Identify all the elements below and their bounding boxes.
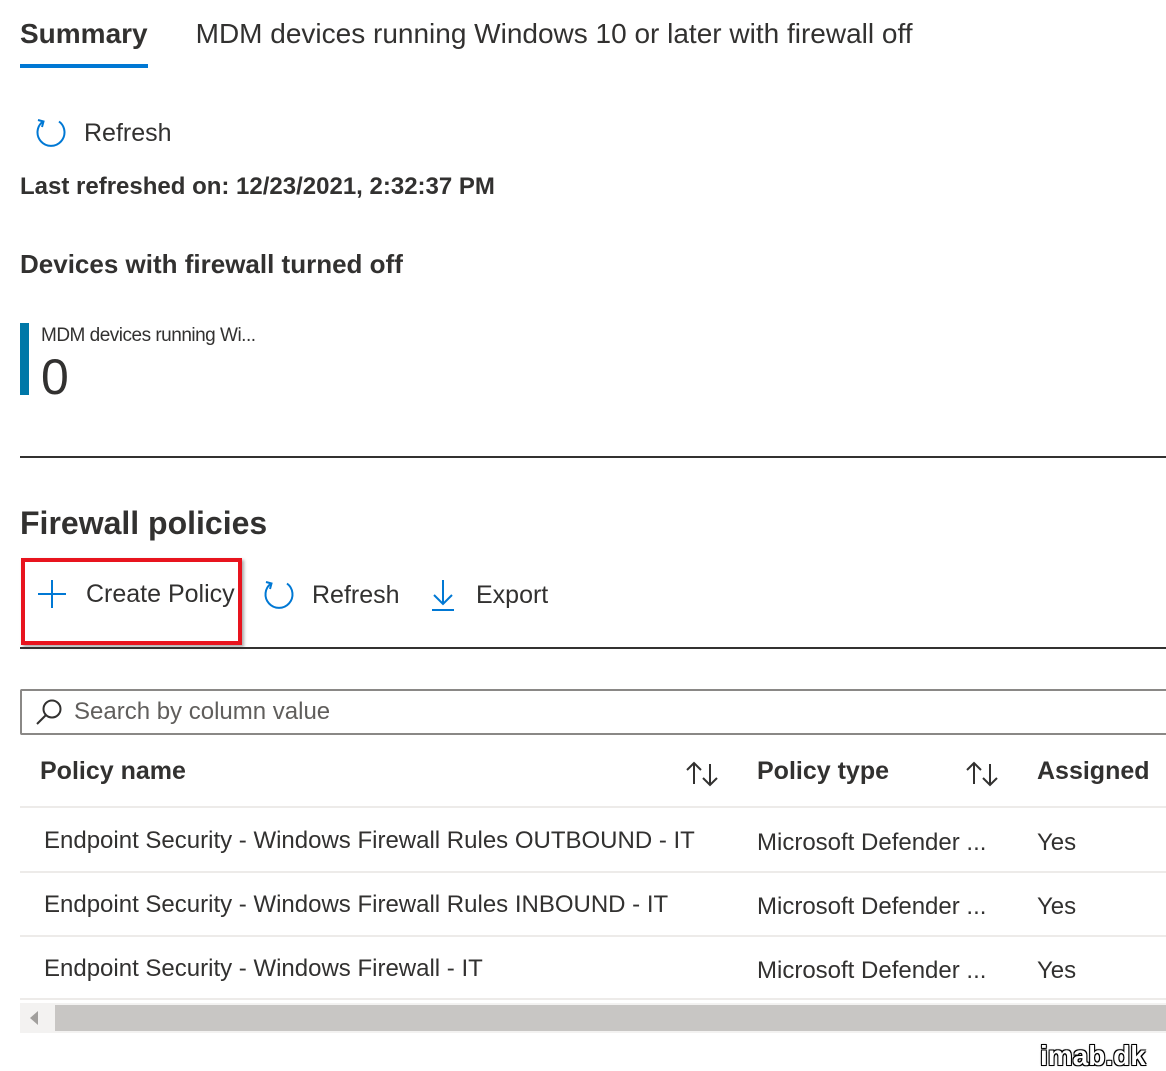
- refresh-button[interactable]: Refresh: [34, 116, 172, 150]
- sort-icon[interactable]: [964, 760, 1000, 793]
- tile-label: MDM devices running Wi...: [41, 325, 256, 346]
- tab-summary[interactable]: Summary: [20, 18, 148, 68]
- firewall-policies-title: Firewall policies: [20, 505, 268, 541]
- last-refreshed-text: Last refreshed on: 12/23/2021, 2:32:37 P…: [20, 173, 495, 200]
- policy-type-cell: Microsoft Defender ...: [757, 829, 987, 856]
- tab-bar: Summary MDM devices running Windows 10 o…: [20, 18, 913, 68]
- scrollbar-thumb[interactable]: [55, 1005, 1166, 1031]
- create-policy-button[interactable]: Create Policy: [36, 578, 235, 610]
- assigned-cell: Yes: [1037, 829, 1077, 856]
- policy-name-cell[interactable]: Endpoint Security - Windows Firewall Rul…: [44, 827, 695, 855]
- policy-type-cell: Microsoft Defender ...: [757, 957, 987, 984]
- devices-section-title: Devices with firewall turned off: [20, 249, 403, 279]
- policy-type-cell: Microsoft Defender ...: [757, 893, 987, 920]
- search-input[interactable]: [72, 697, 976, 727]
- search-icon: [34, 697, 64, 727]
- plus-icon: [36, 578, 68, 610]
- watermark: imab.dk: [1040, 1040, 1146, 1071]
- page: Summary MDM devices running Windows 10 o…: [0, 0, 1166, 1071]
- row-divider: [20, 998, 1166, 1000]
- policy-name-cell[interactable]: Endpoint Security - Windows Firewall - I…: [44, 955, 483, 983]
- row-divider: [20, 806, 1166, 808]
- create-policy-label: Create Policy: [86, 579, 235, 608]
- policy-name-cell[interactable]: Endpoint Security - Windows Firewall Rul…: [44, 891, 668, 919]
- refresh-label: Refresh: [84, 118, 172, 147]
- export-label: Export: [476, 580, 549, 609]
- assigned-cell: Yes: [1037, 893, 1077, 920]
- column-header-policy-name[interactable]: Policy name: [40, 757, 186, 786]
- policies-refresh-button[interactable]: Refresh: [262, 578, 400, 612]
- scroll-left-icon[interactable]: [30, 1011, 38, 1025]
- column-header-policy-type[interactable]: Policy type: [757, 757, 889, 786]
- download-icon: [430, 578, 456, 612]
- assigned-cell: Yes: [1037, 957, 1077, 984]
- policies-refresh-label: Refresh: [312, 580, 400, 609]
- tile-accent-bar: [20, 323, 29, 395]
- divider: [20, 456, 1166, 458]
- export-button[interactable]: Export: [430, 578, 548, 612]
- row-divider: [20, 871, 1166, 873]
- tab-mdm-devices-firewall-off[interactable]: MDM devices running Windows 10 or later …: [196, 18, 913, 64]
- command-bar-divider: [20, 647, 1166, 649]
- tile-value: 0: [41, 349, 69, 405]
- column-header-assigned[interactable]: Assigned: [1037, 757, 1150, 786]
- refresh-icon: [262, 578, 296, 612]
- refresh-icon: [34, 116, 68, 150]
- horizontal-scrollbar[interactable]: [20, 1003, 1166, 1033]
- sort-icon[interactable]: [684, 760, 720, 793]
- row-divider: [20, 935, 1166, 937]
- device-count-tile[interactable]: MDM devices running Wi... 0: [20, 323, 320, 405]
- search-box[interactable]: [20, 689, 1166, 735]
